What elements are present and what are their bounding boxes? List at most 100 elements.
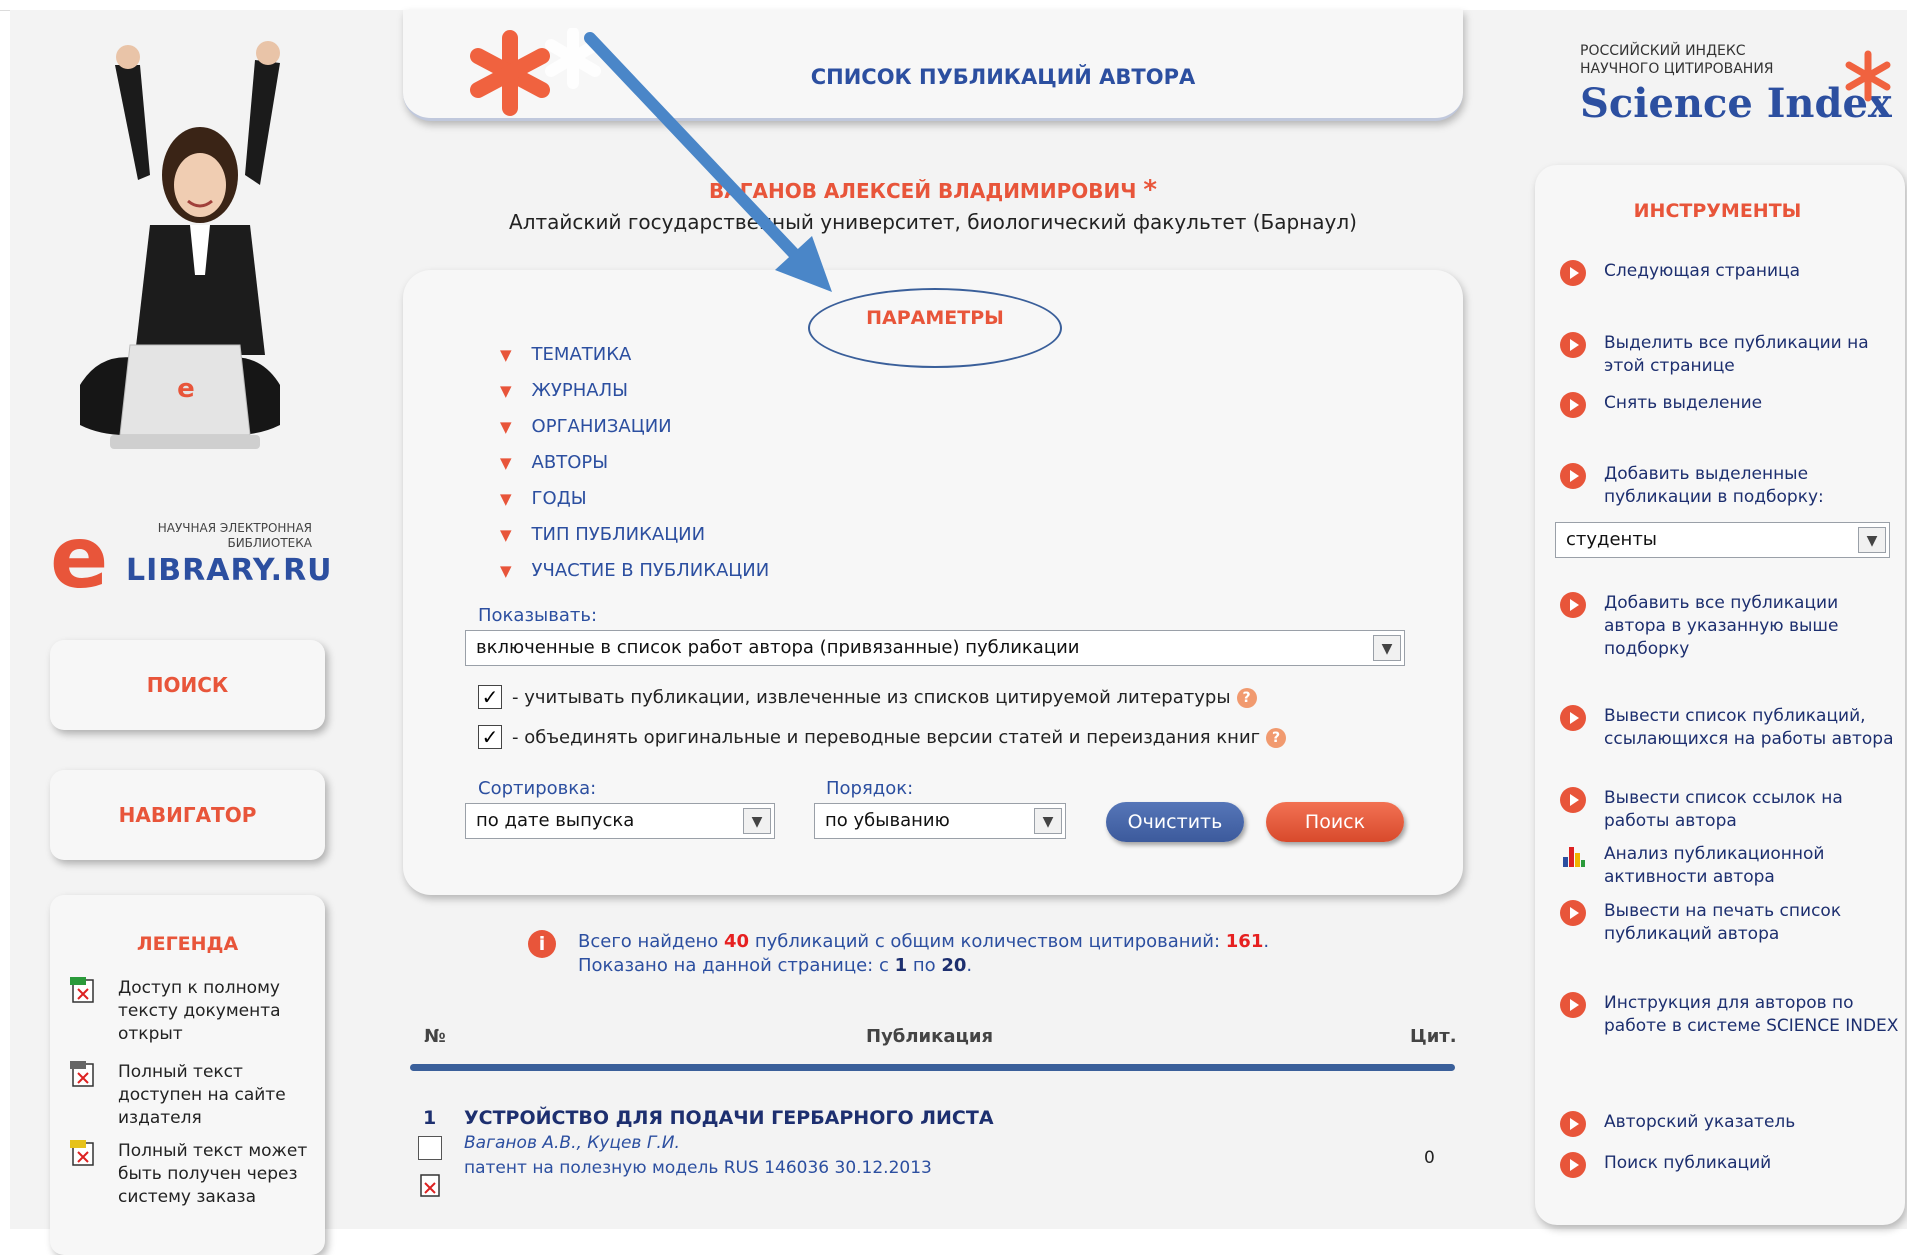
search-nav-button[interactable]: ПОИСК [50, 640, 325, 730]
filter-label: АВТОРЫ [531, 452, 609, 473]
cited-lit-checkbox-label: - учитывать публикации, извлеченные из с… [512, 687, 1257, 708]
parameters-title: ПАРАМЕТРЫ [866, 307, 1004, 329]
chevron-down-icon: ▼ [743, 808, 771, 834]
summary-text: Показано на данной странице: с [578, 955, 895, 976]
play-circle-icon [1560, 463, 1586, 489]
tool-label: Следующая страница [1604, 261, 1800, 281]
row-select-checkbox[interactable] [418, 1136, 442, 1160]
tool-label: Вывести список ссылок на работы автора [1604, 788, 1843, 831]
found-count: 40 [724, 931, 750, 952]
column-header-publication[interactable]: Публикация [866, 1026, 993, 1047]
results-summary: Всего найдено 40 публикаций с общим коли… [578, 930, 1269, 978]
tool-label: Инструкция для авторов по работе в систе… [1604, 993, 1899, 1036]
sort-select[interactable]: по дате выпуска ▼ [465, 803, 775, 839]
search-button[interactable]: Поиск [1266, 802, 1404, 842]
summary-text: . [966, 955, 973, 976]
filter-journals[interactable]: ▼ ЖУРНАЛЫ [500, 380, 628, 401]
sort-label: Сортировка: [478, 778, 597, 799]
play-circle-icon [1560, 1152, 1586, 1178]
column-header-citations[interactable]: Цит. [1410, 1026, 1457, 1047]
pdf-open-icon [70, 977, 94, 1003]
chevron-down-icon: ▼ [1373, 635, 1401, 661]
si-caption-line1: РОССИЙСКИЙ ИНДЕКС [1580, 43, 1746, 59]
science-index-logo[interactable]: РОССИЙСКИЙ ИНДЕКС НАУЧНОГО ЦИТИРОВАНИЯ S… [1580, 42, 1900, 132]
range-to: 20 [941, 955, 967, 976]
show-label: Показывать: [478, 605, 598, 626]
summary-text: Всего найдено [578, 931, 725, 952]
filter-authors[interactable]: ▼ АВТОРЫ [500, 452, 608, 473]
filter-years[interactable]: ▼ ГОДЫ [500, 488, 587, 509]
collection-select-value: студенты [1566, 529, 1658, 550]
navigator-nav-button[interactable]: НАВИГАТОР [50, 770, 325, 860]
help-icon[interactable]: ? [1266, 728, 1287, 748]
pdf-icon[interactable] [418, 1172, 444, 1198]
citation-count: 161 [1225, 931, 1264, 952]
tool-label: Добавить все публикации автора в указанн… [1604, 593, 1839, 659]
filter-label: УЧАСТИЕ В ПУБЛИКАЦИИ [531, 560, 770, 581]
chevron-down-icon: ▼ [1858, 527, 1886, 553]
publication-authors: Ваганов А.В., Куцев Г.И. [464, 1133, 680, 1153]
play-circle-icon [1560, 787, 1586, 813]
filter-publication-type[interactable]: ▼ ТИП ПУБЛИКАЦИИ [500, 524, 705, 545]
page-header: СПИСОК ПУБЛИКАЦИЙ АВТОРА [403, 10, 1463, 121]
tools-title: ИНСТРУМЕНТЫ [1633, 200, 1802, 222]
summary-text: публикаций с общим количеством цитирован… [749, 931, 1226, 952]
legend-panel: ЛЕГЕНДА Доступ к полному тексту документ… [50, 895, 325, 1255]
elibrary-logo[interactable]: e НАУЧНАЯ ЭЛЕКТРОННАЯ БИБЛИОТЕКА LIBRARY… [50, 515, 333, 601]
merge-versions-checkbox[interactable]: ✓ [478, 725, 502, 749]
tools-panel [1535, 165, 1905, 1225]
elibrary-logo-brand: LIBRARY.RU [126, 553, 333, 588]
help-icon[interactable]: ? [1236, 688, 1257, 708]
legend-item-text: Полный текст доступен на сайте издателя [118, 1062, 286, 1128]
tool-label: Авторский указатель [1604, 1112, 1796, 1132]
show-select[interactable]: включенные в список работ автора (привяз… [465, 630, 1405, 666]
pdf-order-icon [70, 1140, 94, 1166]
filter-topic[interactable]: ▼ ТЕМАТИКА [500, 344, 631, 365]
filter-label: ГОДЫ [531, 488, 587, 509]
si-caption-line2: НАУЧНОГО ЦИТИРОВАНИЯ [1580, 61, 1774, 77]
page-title: СПИСОК ПУБЛИКАЦИЙ АВТОРА [810, 65, 1196, 89]
chevron-down-icon: ▼ [1034, 808, 1062, 834]
filter-participation[interactable]: ▼ УЧАСТИЕ В ПУБЛИКАЦИИ [500, 560, 769, 581]
filter-organizations[interactable]: ▼ ОРГАНИЗАЦИИ [500, 416, 672, 437]
tool-label: Снять выделение [1604, 393, 1763, 413]
logo-caption-line1: НАУЧНАЯ ЭЛЕКТРОННАЯ [157, 521, 312, 535]
sort-select-value: по дате выпуска [476, 810, 635, 831]
legend-item-text: Доступ к полному тексту документа открыт [118, 978, 281, 1044]
triangle-down-icon: ▼ [500, 382, 512, 400]
show-select-value: включенные в список работ автора (привяз… [476, 637, 1080, 658]
filter-label: ТИП ПУБЛИКАЦИИ [531, 524, 706, 545]
tool-label: Анализ публикационной активности автора [1604, 844, 1825, 887]
triangle-down-icon: ▼ [500, 418, 512, 436]
asterisk-icon [1845, 50, 1891, 102]
science-index-caption: РОССИЙСКИЙ ИНДЕКС НАУЧНОГО ЦИТИРОВАНИЯ [1580, 42, 1774, 78]
author-affiliation: Алтайский государственный университет, б… [509, 210, 1357, 234]
play-circle-icon [1560, 900, 1586, 926]
play-circle-icon [1560, 705, 1586, 731]
play-circle-icon [1560, 392, 1586, 418]
cited-lit-checkbox[interactable]: ✓ [478, 685, 502, 709]
elibrary-logo-caption: НАУЧНАЯ ЭЛЕКТРОННАЯ БИБЛИОТЕКА [112, 521, 312, 551]
triangle-down-icon: ▼ [500, 526, 512, 544]
order-select[interactable]: по убыванию ▼ [814, 803, 1066, 839]
play-circle-icon [1560, 260, 1586, 286]
svg-text:e: e [177, 374, 195, 404]
filter-label: ТЕМАТИКА [531, 344, 632, 365]
collection-select[interactable]: студенты ▼ [1555, 522, 1890, 558]
filter-label: ЖУРНАЛЫ [531, 380, 629, 401]
order-select-value: по убыванию [825, 810, 950, 831]
play-circle-icon [1560, 332, 1586, 358]
bar-chart-icon [1563, 847, 1585, 867]
merge-versions-checkbox-label: - объединять оригинальные и переводные в… [512, 727, 1287, 748]
legend-item-text: Полный текст может быть получен через си… [118, 1141, 308, 1207]
clear-button[interactable]: Очистить [1106, 802, 1244, 842]
play-circle-icon [1560, 592, 1586, 618]
info-icon: i [528, 930, 556, 958]
author-name-line: ВАГАНОВ АЛЕКСЕЙ ВЛАДИМИРОВИЧ * [403, 175, 1463, 205]
play-circle-icon [1560, 992, 1586, 1018]
publication-title-link[interactable]: УСТРОЙСТВО ДЛЯ ПОДАЧИ ГЕРБАРНОГО ЛИСТА [464, 1107, 994, 1129]
column-header-number: № [424, 1026, 446, 1047]
check1-text: - учитывать публикации, извлеченные из с… [512, 687, 1231, 708]
tool-label: Добавить выделенные публикации в подборк… [1604, 464, 1824, 507]
check2-text: - объединять оригинальные и переводные в… [512, 727, 1261, 748]
